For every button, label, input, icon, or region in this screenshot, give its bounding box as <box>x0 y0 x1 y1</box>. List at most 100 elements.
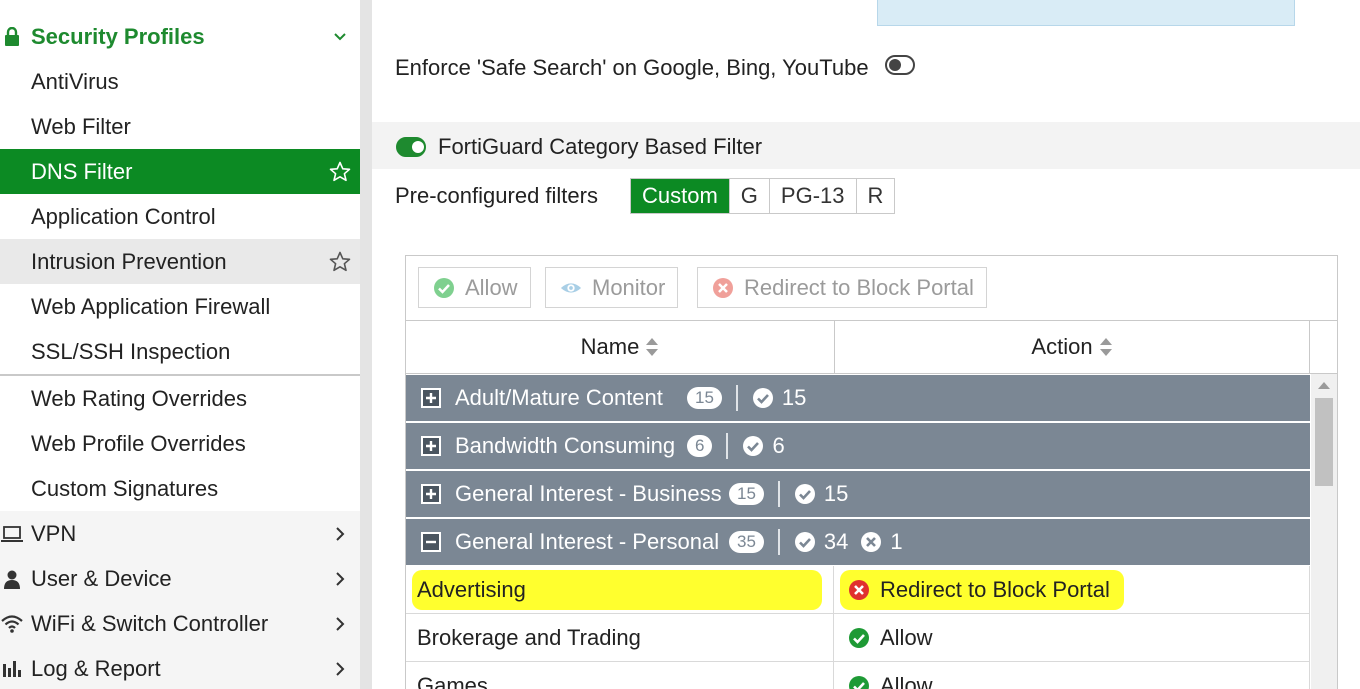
chevron-right-icon <box>336 661 345 676</box>
x-circle-icon <box>848 579 870 601</box>
expand-plus-icon[interactable] <box>420 483 442 505</box>
sidebar-item-dns-filter[interactable]: DNS Filter <box>0 149 360 194</box>
preconfig-label: Pre-configured filters <box>395 183 598 208</box>
star-icon[interactable] <box>328 160 352 184</box>
group-counts: 35 34 1 <box>719 529 915 555</box>
total-count-badge: 6 <box>687 435 713 457</box>
sidebar-item-custom-signatures[interactable]: Custom Signatures <box>0 466 360 511</box>
group-row-general-interest-personal[interactable]: General Interest - Personal 35 34 1 <box>406 519 1310 565</box>
sidebar-border <box>360 0 372 689</box>
cell-action: Allow <box>834 662 1310 689</box>
column-header-action[interactable]: Action <box>835 321 1310 373</box>
cell-name: Brokerage and Trading <box>406 614 834 662</box>
sidebar-menu-vpn[interactable]: VPN <box>0 511 360 556</box>
document-icon <box>0 0 24 1</box>
table-row-brokerage-trading[interactable]: Brokerage and Trading Allow <box>406 614 1310 662</box>
sidebar-menu-log-report[interactable]: Log & Report <box>0 646 360 689</box>
preconfig-custom-button[interactable]: Custom <box>631 179 730 213</box>
safe-search-toggle[interactable] <box>885 55 915 75</box>
wifi-icon <box>0 612 24 636</box>
chevron-right-icon <box>336 616 345 631</box>
eye-icon <box>560 277 582 299</box>
column-header-label: Action <box>1031 334 1093 359</box>
total-count-badge: 15 <box>687 387 722 409</box>
check-circle-icon <box>848 675 870 689</box>
sidebar-section-security-profiles[interactable]: Security Profiles <box>0 14 360 59</box>
collapse-minus-icon[interactable] <box>420 531 442 553</box>
scroll-up-arrow-icon[interactable] <box>1318 382 1330 389</box>
lock-icon <box>0 25 24 49</box>
group-counts: 15 15 <box>677 385 818 411</box>
main-content: Enforce 'Safe Search' on Google, Bing, Y… <box>372 0 1360 689</box>
fortiguard-toggle[interactable] <box>396 137 426 157</box>
sidebar-item-label: Web Rating Overrides <box>31 385 248 411</box>
check-circle-icon <box>433 277 455 299</box>
preconfig-g-button[interactable]: G <box>729 179 770 213</box>
sidebar-item-ssl-ssh-inspection[interactable]: SSL/SSH Inspection <box>0 329 360 374</box>
group-row-general-interest-business[interactable]: General Interest - Business 15 15 <box>406 471 1310 517</box>
monitor-button-label: Monitor <box>592 274 666 300</box>
sidebar-menu-label: WiFi & Switch Controller <box>31 610 269 636</box>
table-row-advertising[interactable]: Advertising Redirect to Block Portal <box>406 566 1310 614</box>
allowed-count: 6 <box>772 433 785 458</box>
column-header-name[interactable]: Name <box>406 321 835 373</box>
allow-button-label: Allow <box>465 274 518 300</box>
sidebar-item-label: Application Control <box>31 203 216 229</box>
sidebar-section-label: Security Profiles <box>31 23 205 49</box>
table-header: Name Action <box>406 320 1337 374</box>
category-table-panel: Allow Monitor Redirect to Block Portal N… <box>405 255 1338 689</box>
expand-plus-icon[interactable] <box>420 435 442 457</box>
expand-plus-icon[interactable] <box>420 387 442 409</box>
group-row-bandwidth-consuming[interactable]: Bandwidth Consuming 6 6 <box>406 423 1310 469</box>
monitor-button[interactable]: Monitor <box>545 267 679 308</box>
sidebar-item-web-filter[interactable]: Web Filter <box>0 104 360 149</box>
category-action: Allow <box>880 673 933 689</box>
check-circle-icon <box>742 435 764 457</box>
preconfig-pg13-button[interactable]: PG-13 <box>769 179 857 213</box>
sidebar-item-application-control[interactable]: Application Control <box>0 194 360 239</box>
group-name: General Interest - Business <box>455 481 722 506</box>
blocked-count: 1 <box>890 529 903 554</box>
x-circle-icon <box>860 531 882 553</box>
sidebar-item-label: Web Application Firewall <box>31 293 271 319</box>
table-scrollbar[interactable] <box>1311 374 1337 689</box>
scrollbar-thumb[interactable] <box>1315 398 1333 486</box>
sidebar-menu-wifi-switch-controller[interactable]: WiFi & Switch Controller <box>0 601 360 646</box>
sidebar-item-label: DNS Filter <box>31 158 133 184</box>
allowed-count: 34 <box>823 529 849 554</box>
sidebar-item-intrusion-prevention[interactable]: Intrusion Prevention <box>0 239 360 284</box>
cell-action: Allow <box>834 614 1310 662</box>
cell-name: Games <box>406 662 834 689</box>
sidebar-item-label: Intrusion Prevention <box>31 248 227 274</box>
bar-chart-icon <box>0 657 24 681</box>
group-row-adult-mature[interactable]: Adult/Mature Content 15 15 <box>406 375 1310 421</box>
check-circle-icon <box>794 483 816 505</box>
sidebar-menu-label: VPN <box>31 520 77 546</box>
sidebar-menu-label: User & Device <box>31 565 172 591</box>
group-name: General Interest - Personal <box>455 529 720 554</box>
star-icon[interactable] <box>328 250 352 274</box>
check-circle-icon <box>848 627 870 649</box>
group-counts: 6 6 <box>677 433 797 459</box>
chevron-right-icon <box>336 526 345 541</box>
sort-icon <box>646 338 659 356</box>
category-name: Games <box>417 673 488 689</box>
category-name: Brokerage and Trading <box>417 625 641 650</box>
sidebar-item-antivirus[interactable]: AntiVirus <box>0 59 360 104</box>
allow-button[interactable]: Allow <box>418 267 531 308</box>
cell-name: Advertising <box>406 566 834 614</box>
table-row-games[interactable]: Games Allow <box>406 662 1310 689</box>
fortiguard-label: FortiGuard Category Based Filter <box>438 134 763 159</box>
column-header-label: Name <box>580 334 640 359</box>
chevron-down-icon <box>334 32 346 40</box>
preconfig-filter-group: Custom G PG-13 R <box>630 178 896 214</box>
sidebar-item-web-rating-overrides[interactable]: Web Rating Overrides <box>0 376 360 421</box>
check-circle-icon <box>794 531 816 553</box>
sidebar-item-web-application-firewall[interactable]: Web Application Firewall <box>0 284 360 329</box>
sidebar-menu-user-device[interactable]: User & Device <box>0 556 360 601</box>
sidebar-item-web-profile-overrides[interactable]: Web Profile Overrides <box>0 421 360 466</box>
sidebar-item-partial[interactable] <box>0 0 360 11</box>
category-name: Advertising <box>417 577 526 602</box>
redirect-block-portal-button[interactable]: Redirect to Block Portal <box>697 267 987 308</box>
preconfig-r-button[interactable]: R <box>856 179 895 213</box>
